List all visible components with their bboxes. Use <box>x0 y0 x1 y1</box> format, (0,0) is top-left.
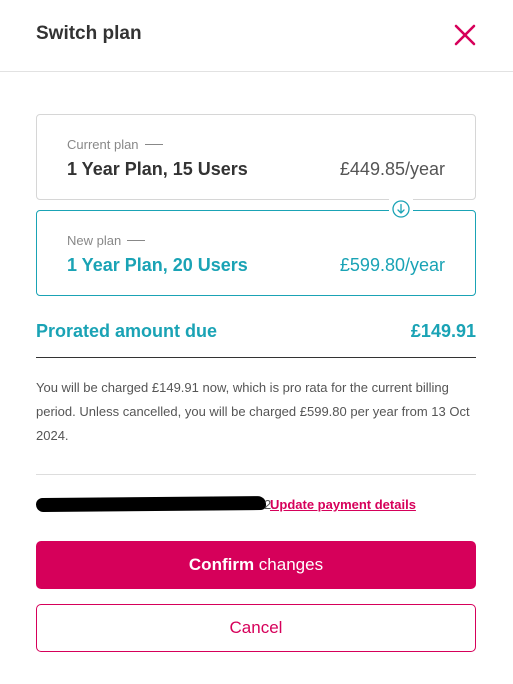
close-button[interactable] <box>452 22 478 48</box>
current-plan-card: Current plan 1 Year Plan, 15 Users £449.… <box>36 114 476 200</box>
current-plan-name: 1 Year Plan, 15 Users <box>67 159 248 179</box>
divider <box>36 474 476 475</box>
dialog-title: Switch plan <box>36 23 142 44</box>
dialog-header: Switch plan <box>0 0 513 72</box>
new-plan-name: 1 Year Plan, 20 Users <box>67 255 248 275</box>
arrow-down-circle-icon <box>392 200 410 218</box>
close-icon <box>454 24 476 46</box>
prorated-row: Prorated amount due £149.91 <box>36 318 476 358</box>
update-payment-link[interactable]: Update payment details <box>270 497 416 512</box>
switch-plan-dialog: Switch plan Current plan 1 Year Plan, 15… <box>0 0 513 684</box>
kicker-dash <box>144 144 163 145</box>
new-plan-card: New plan 1 Year Plan, 20 Users £599.80/y… <box>36 210 476 296</box>
prorated-label: Prorated amount due <box>36 321 218 341</box>
current-plan-kicker: Current plan <box>67 137 163 152</box>
new-plan-kicker-label: New plan <box>67 233 122 248</box>
confirm-changes-button[interactable]: Confirm changes <box>36 541 476 589</box>
confirm-label-strong: Confirm <box>188 555 255 574</box>
kicker-dash <box>127 240 146 241</box>
prorated-value: £149.91 <box>410 321 476 341</box>
confirm-label-rest: changes <box>254 555 324 574</box>
payment-row: 2. Update payment details <box>35 495 476 515</box>
redaction-mark <box>35 495 267 513</box>
billing-notice: You will be charged £149.91 now, which i… <box>36 380 470 443</box>
current-plan-price: £449.85/year <box>339 159 445 179</box>
current-plan-kicker-label: Current plan <box>67 137 139 152</box>
arrow-badge <box>389 199 413 219</box>
cancel-button[interactable]: Cancel <box>36 604 476 652</box>
new-plan-price: £599.80/year <box>339 255 445 275</box>
new-plan-kicker: New plan <box>67 233 146 248</box>
